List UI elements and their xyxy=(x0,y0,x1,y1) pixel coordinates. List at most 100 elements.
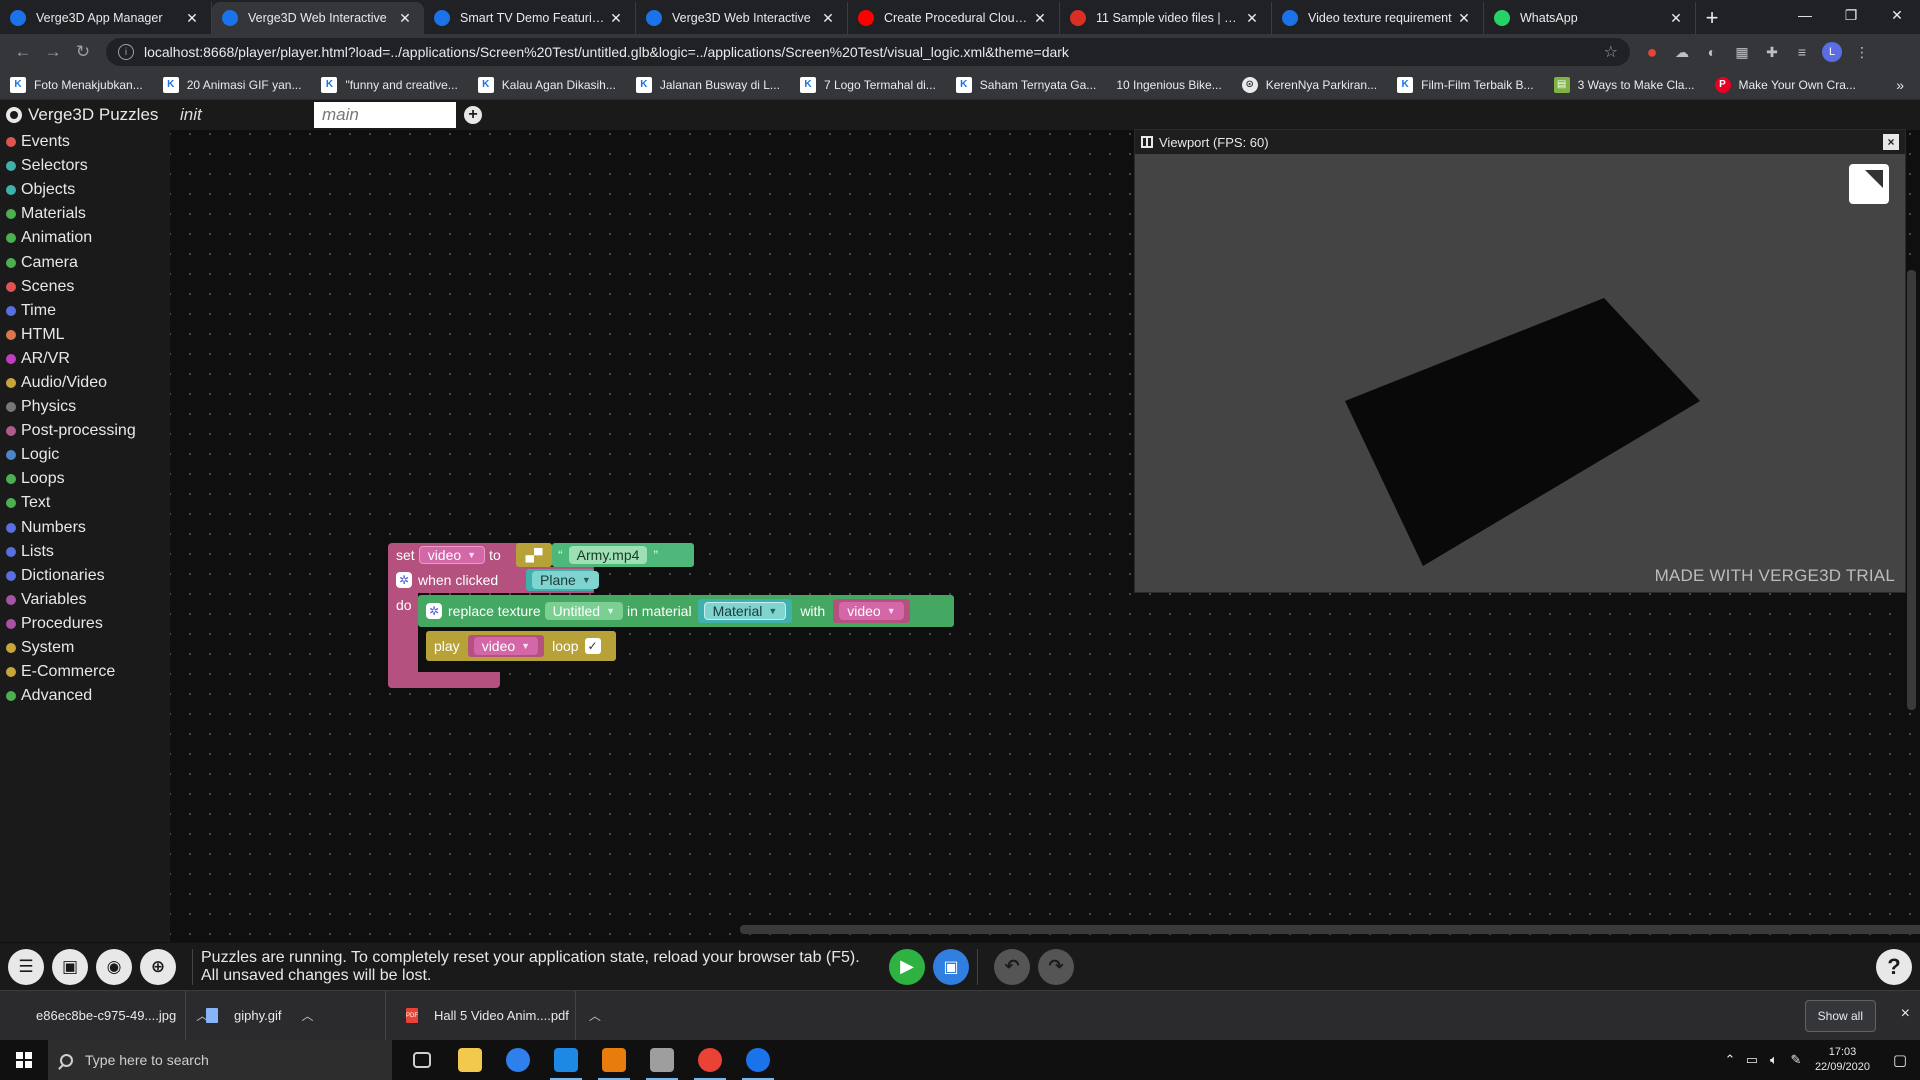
chevron-up-icon[interactable]: ︿ xyxy=(589,1007,601,1024)
video-source-block[interactable]: ▄▀ xyxy=(516,543,552,567)
browser-tab[interactable]: 11 Sample video files | MP4 ✕ xyxy=(1060,2,1272,34)
taskbar-app-app-generic[interactable] xyxy=(638,1040,686,1080)
download-item[interactable]: e86ec8be-c975-49....jpg ︿ xyxy=(0,990,208,1041)
browser-tab[interactable]: WhatsApp ✕ xyxy=(1484,2,1696,34)
toolbox-category-audio-video[interactable]: Audio/Video xyxy=(0,371,170,395)
taskbar-app-chrome[interactable] xyxy=(686,1040,734,1080)
viewport-canvas[interactable] xyxy=(1135,154,1905,592)
incognito-extension-icon[interactable]: ☁ xyxy=(1672,42,1692,62)
workspace-tab-main[interactable]: main xyxy=(314,102,456,128)
bookmark-item[interactable]: K Film-Film Terbaik B... xyxy=(1397,76,1534,93)
forward-icon[interactable]: → xyxy=(38,37,68,67)
bookmark-item[interactable]: K Jalanan Busway di L... xyxy=(635,76,780,93)
address-bar[interactable]: i localhost:8668/player/player.html?load… xyxy=(106,38,1630,66)
network-icon[interactable]: ▭ xyxy=(1741,1052,1763,1068)
string-field[interactable]: Army.mp4 xyxy=(568,546,648,564)
tab-close-icon[interactable]: ✕ xyxy=(607,10,625,27)
toolbox-category-variables[interactable]: Variables xyxy=(0,588,170,612)
browser-tab[interactable]: Verge3D Web Interactive ✕ xyxy=(636,2,848,34)
toolbox-category-loops[interactable]: Loops xyxy=(0,467,170,491)
bookmark-item[interactable]: ▤ 3 Ways to Make Cla... xyxy=(1553,76,1695,93)
toolbox-category-post-processing[interactable]: Post-processing xyxy=(0,419,170,443)
toolbox-category-scenes[interactable]: Scenes xyxy=(0,275,170,299)
toolbox-category-events[interactable]: Events xyxy=(0,130,170,154)
browser-tab[interactable]: Video texture requirement ✕ xyxy=(1272,2,1484,34)
toolbox-category-objects[interactable]: Objects xyxy=(0,178,170,202)
tab-close-icon[interactable]: ✕ xyxy=(1243,10,1261,27)
media-control-icon[interactable]: ≡ xyxy=(1792,42,1812,62)
material-selector-block[interactable]: Material ▼ xyxy=(697,599,793,623)
minimize-icon[interactable]: — xyxy=(1782,0,1828,30)
set-variable-block[interactable]: set video ▼ to xyxy=(388,543,534,567)
restore-icon[interactable]: ❐ xyxy=(1828,0,1874,30)
bookmark-item[interactable]: K Foto Menakjubkan... xyxy=(10,76,143,93)
site-info-icon[interactable]: i xyxy=(118,44,134,60)
bookmark-item[interactable]: K Kalau Agan Dikasih... xyxy=(477,76,616,93)
notifications-icon[interactable]: ▢ xyxy=(1880,1040,1920,1080)
bookmark-item[interactable]: K "funny and creative... xyxy=(321,76,458,93)
tab-close-icon[interactable]: ✕ xyxy=(183,10,201,27)
extension-icon[interactable]: ▦ xyxy=(1732,42,1752,62)
puzzle-extensions-icon[interactable]: ✚ xyxy=(1762,42,1782,62)
workspace-horizontal-scrollbar[interactable] xyxy=(740,925,1920,934)
volume-icon[interactable]: 🔈︎ xyxy=(1763,1052,1785,1068)
replace-texture-block[interactable]: ✲ replace texture Untitled ▼ in material … xyxy=(418,595,954,627)
text-string-block[interactable]: “ Army.mp4 ” xyxy=(552,543,694,567)
toolbox-category-e-commerce[interactable]: E-Commerce xyxy=(0,660,170,684)
tab-close-icon[interactable]: ✕ xyxy=(1031,10,1049,27)
toolbox-category-logic[interactable]: Logic xyxy=(0,443,170,467)
toolbox-category-selectors[interactable]: Selectors xyxy=(0,154,170,178)
target-icon[interactable]: ⊕ xyxy=(140,948,176,985)
taskbar-app-edge[interactable] xyxy=(494,1040,542,1080)
variable-dropdown[interactable]: video ▼ xyxy=(418,546,486,564)
back-icon[interactable]: ← xyxy=(8,37,38,67)
pen-icon[interactable]: ✎ xyxy=(1785,1052,1807,1068)
download-item[interactable]: PDF Hall 5 Video Anim....pdf ︿ xyxy=(386,990,601,1041)
profile-avatar[interactable]: L xyxy=(1822,42,1842,62)
close-download-shelf-icon[interactable]: × xyxy=(1901,1005,1910,1023)
toolbox-category-dictionaries[interactable]: Dictionaries xyxy=(0,564,170,588)
menu-dots-icon[interactable]: ⋮ xyxy=(1852,42,1872,62)
fullscreen-button[interactable] xyxy=(1849,164,1889,204)
toolbox-category-html[interactable]: HTML xyxy=(0,323,170,347)
extension-icon[interactable]: ◐ xyxy=(1702,42,1722,62)
puzzles-menu-icon[interactable]: ☰ xyxy=(8,948,44,985)
texture-dropdown[interactable]: Untitled ▼ xyxy=(544,602,623,620)
workspace-vertical-scrollbar[interactable] xyxy=(1907,270,1916,710)
tab-close-icon[interactable]: ✕ xyxy=(396,10,414,27)
bookmark-item[interactable]: K 20 Animasi GIF yan... xyxy=(162,76,301,93)
viewport-title-bar[interactable]: Viewport (FPS: 60) xyxy=(1135,130,1905,154)
toolbox-category-time[interactable]: Time xyxy=(0,299,170,323)
bookmark-item[interactable]: 10 Ingenious Bike... xyxy=(1116,77,1221,93)
download-item[interactable]: giphy.gif ︿ xyxy=(186,990,386,1041)
browser-tab[interactable]: Verge3D App Manager ✕ xyxy=(0,2,212,34)
variable-dropdown[interactable]: video ▼ xyxy=(839,602,904,620)
object-selector-block[interactable]: Plane ▼ xyxy=(526,569,599,591)
toolbox-category-animation[interactable]: Animation xyxy=(0,226,170,250)
gear-icon[interactable]: ✲ xyxy=(396,572,412,588)
reload-icon[interactable]: ↻ xyxy=(68,37,98,67)
save-file-icon[interactable]: ▣ xyxy=(52,948,88,985)
viewport-close-button[interactable]: × xyxy=(1883,134,1899,150)
url-text[interactable]: localhost:8668/player/player.html?load=.… xyxy=(144,44,1604,60)
tray-overflow-icon[interactable]: ⌃ xyxy=(1719,1052,1741,1068)
variable-dropdown[interactable]: video ▼ xyxy=(473,637,539,655)
browser-tab[interactable]: Create Procedural Clouds F ✕ xyxy=(848,2,1060,34)
variable-get-block[interactable]: video ▼ xyxy=(467,635,545,657)
browser-tab[interactable]: Verge3D Web Interactive ✕ xyxy=(212,2,424,34)
bookmark-item[interactable]: K Saham Ternyata Ga... xyxy=(955,76,1096,93)
loop-checkbox[interactable]: ✓ xyxy=(584,638,601,654)
save-puzzles-button[interactable]: ▣ xyxy=(933,948,969,985)
close-window-icon[interactable]: ✕ xyxy=(1874,0,1920,30)
redo-button[interactable]: ↷ xyxy=(1038,948,1074,985)
toolbox-category-physics[interactable]: Physics xyxy=(0,395,170,419)
bookmarks-overflow-icon[interactable]: » xyxy=(1896,77,1904,93)
material-dropdown[interactable]: Material ▼ xyxy=(703,602,787,620)
taskbar-app-verge3d[interactable] xyxy=(734,1040,782,1080)
toolbox-category-lists[interactable]: Lists xyxy=(0,540,170,564)
tab-close-icon[interactable]: ✕ xyxy=(819,10,837,27)
browser-tab[interactable]: Smart TV Demo Featuring V ✕ xyxy=(424,2,636,34)
screenshot-icon[interactable]: ◉ xyxy=(96,948,132,985)
play-video-block[interactable]: play video ▼ loop ✓ xyxy=(426,631,616,661)
start-button[interactable] xyxy=(0,1040,48,1080)
